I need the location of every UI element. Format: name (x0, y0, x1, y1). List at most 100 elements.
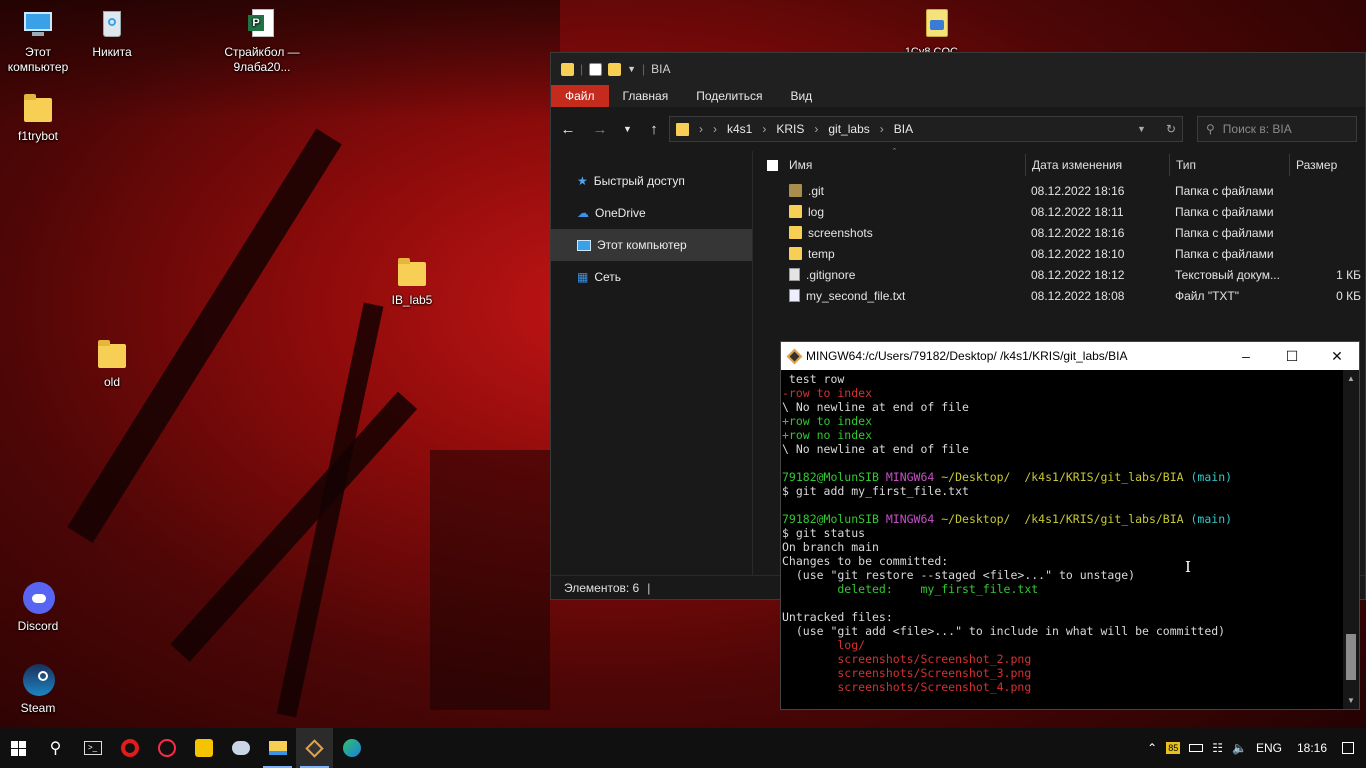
terminal-line: 79182@MolunSIB MINGW64 ~/Desktop/ /k4s1/… (782, 470, 1343, 484)
terminal-line: (use "git restore --staged <file>..." to… (782, 568, 1343, 582)
new-folder-icon[interactable] (608, 62, 622, 76)
terminal-text: screenshots/Screenshot_4.png (782, 680, 1032, 694)
tab-home[interactable]: Главная (609, 85, 683, 107)
nav-this-pc[interactable]: Этот компьютер (551, 229, 752, 261)
start-button[interactable] (0, 728, 37, 768)
properties-icon[interactable] (589, 62, 603, 76)
terminal-line: $ git add my_first_file.txt (782, 484, 1343, 498)
file-row[interactable]: .git 08.12.2022 18:16 Папка с файлами (755, 180, 1365, 201)
taskbar-edge[interactable] (333, 728, 370, 768)
scroll-down-icon[interactable]: ▼ (1347, 696, 1355, 705)
terminal-line: \ No newline at end of file (782, 442, 1343, 456)
taskbar-opera-gx[interactable] (148, 728, 185, 768)
column-name[interactable]: Имя (755, 158, 1025, 172)
file-row[interactable]: temp 08.12.2022 18:10 Папка с файлами (755, 243, 1365, 264)
computer-icon (577, 239, 591, 251)
start-icon (11, 740, 26, 756)
desktop-icon-old[interactable]: old (74, 336, 150, 390)
scroll-thumb[interactable] (1346, 634, 1356, 680)
terminal-output[interactable]: test row -row to index \ No newline at end… (781, 372, 1343, 709)
desktop-icon-steam[interactable]: Steam (0, 662, 76, 716)
tab-share[interactable]: Поделиться (682, 85, 776, 107)
file-row[interactable]: screenshots 08.12.2022 18:16 Папка с фай… (755, 222, 1365, 243)
taskbar-media-player[interactable] (185, 728, 222, 768)
battery-icon[interactable] (1189, 744, 1204, 752)
terminal-text: (main) (1190, 512, 1233, 526)
git-bash-window[interactable]: MINGW64:/c/Users/79182/Desktop/ /k4s1/KR… (780, 341, 1360, 710)
project-file-icon: P (244, 6, 280, 42)
show-hidden-icons-icon[interactable]: ⌃ (1147, 741, 1157, 755)
recent-locations-icon[interactable]: ▼ (623, 124, 632, 134)
desktop-icon-project-file[interactable]: P Страйкбол — 9лаба20... (224, 6, 300, 75)
file-row[interactable]: .gitignore 08.12.2022 18:12 Текстовый до… (755, 264, 1365, 285)
folder-icon (561, 62, 574, 76)
git-folder-icon (789, 184, 802, 197)
steam-icon (20, 662, 56, 698)
up-arrow-icon[interactable]: ↑ (645, 121, 663, 138)
desktop-icon-f1trybot[interactable]: f1trybot (0, 90, 76, 144)
desktop-icon-recycle-bin[interactable]: Никита (74, 6, 150, 60)
column-type[interactable]: Тип (1169, 154, 1289, 176)
taskbar-file-explorer[interactable] (259, 728, 296, 768)
breadcrumb-bia[interactable]: BIA (894, 122, 913, 136)
search-button[interactable]: ⚲ (37, 728, 74, 768)
explorer-titlebar[interactable]: | ▼ | BIA (551, 53, 1365, 85)
select-all-checkbox[interactable] (767, 159, 778, 171)
text-document-icon (789, 268, 800, 281)
nav-onedrive[interactable]: ☁ OneDrive (551, 197, 752, 229)
desktop-icon-discord[interactable]: Discord (0, 580, 76, 634)
terminal-text: test row (782, 372, 845, 386)
customize-toolbar-icon[interactable]: ▼ (627, 64, 636, 74)
folder-icon (20, 90, 56, 126)
scroll-up-icon[interactable]: ▲ (1347, 374, 1355, 383)
search-input[interactable]: ⚲ Поиск в: BIA (1197, 116, 1357, 142)
terminal-text: MINGW64 (885, 512, 942, 526)
folder-icon (94, 336, 130, 372)
breadcrumb-k4s1[interactable]: k4s1 (727, 122, 752, 136)
nav-network[interactable]: ▦ Сеть (551, 261, 752, 293)
close-button[interactable]: ✕ (1314, 342, 1360, 370)
git-bash-icon (305, 738, 324, 758)
minimize-button[interactable]: – (1223, 342, 1269, 370)
clock[interactable]: 18:16 (1297, 741, 1327, 755)
taskbar-game-launcher[interactable] (222, 728, 259, 768)
txt-file-icon (789, 289, 800, 302)
terminal-line: deleted: my_first_file.txt (782, 582, 1343, 596)
taskbar-opera[interactable] (111, 728, 148, 768)
tray-badge[interactable]: 85 (1166, 742, 1181, 754)
desktop-icon-ib-lab5[interactable]: IB_lab5 (374, 254, 450, 308)
terminal-text: $ git add my_first_file.txt (782, 484, 969, 498)
terminal-scrollbar[interactable]: ▲ ▼ (1343, 370, 1359, 709)
network-icon[interactable]: ☷ (1212, 741, 1223, 755)
maximize-button[interactable]: ☐ (1269, 342, 1315, 370)
tab-view[interactable]: Вид (776, 85, 826, 107)
folder-icon (676, 122, 689, 136)
taskbar: ⚲ >_ ⌃ 85 ☷ 🔈 ENG 18:16 (0, 728, 1366, 768)
address-bar[interactable]: › › k4s1 › KRIS › git_labs › BIA ▼ ↻ (669, 116, 1183, 142)
refresh-icon[interactable]: ↻ (1166, 122, 1176, 136)
terminal-titlebar[interactable]: MINGW64:/c/Users/79182/Desktop/ /k4s1/KR… (781, 342, 1359, 370)
terminal-text: (main) (1190, 470, 1233, 484)
column-size[interactable]: Размер (1289, 154, 1365, 176)
file-row[interactable]: log 08.12.2022 18:11 Папка с файлами (755, 201, 1365, 222)
terminal-line: 79182@MolunSIB MINGW64 ~/Desktop/ /k4s1/… (782, 512, 1343, 526)
notifications-icon[interactable] (1342, 742, 1354, 754)
breadcrumb-git-labs[interactable]: git_labs (828, 122, 869, 136)
forward-arrow-icon[interactable]: → (591, 121, 609, 138)
nav-quick-access[interactable]: ★ Быстрый доступ (551, 165, 752, 197)
desktop-icon-this-pc[interactable]: Этот компьютер (0, 6, 76, 75)
volume-icon[interactable]: 🔈 (1232, 741, 1247, 755)
back-arrow-icon[interactable]: ← (559, 121, 577, 138)
search-icon: ⚲ (49, 740, 62, 757)
file-explorer-icon (268, 741, 287, 755)
language-indicator[interactable]: ENG (1256, 741, 1282, 755)
tab-file[interactable]: Файл (551, 85, 609, 107)
file-row[interactable]: my_second_file.txt 08.12.2022 18:08 Файл… (755, 285, 1365, 306)
address-dropdown-icon[interactable]: ▼ (1137, 124, 1146, 134)
taskbar-git-bash[interactable] (296, 728, 333, 768)
column-date[interactable]: Дата изменения (1025, 154, 1169, 176)
taskbar-terminal[interactable]: >_ (74, 728, 111, 768)
search-placeholder: Поиск в: BIA (1222, 122, 1292, 136)
breadcrumb-kris[interactable]: KRIS (776, 122, 804, 136)
terminal-line: +row to index (782, 414, 1343, 428)
